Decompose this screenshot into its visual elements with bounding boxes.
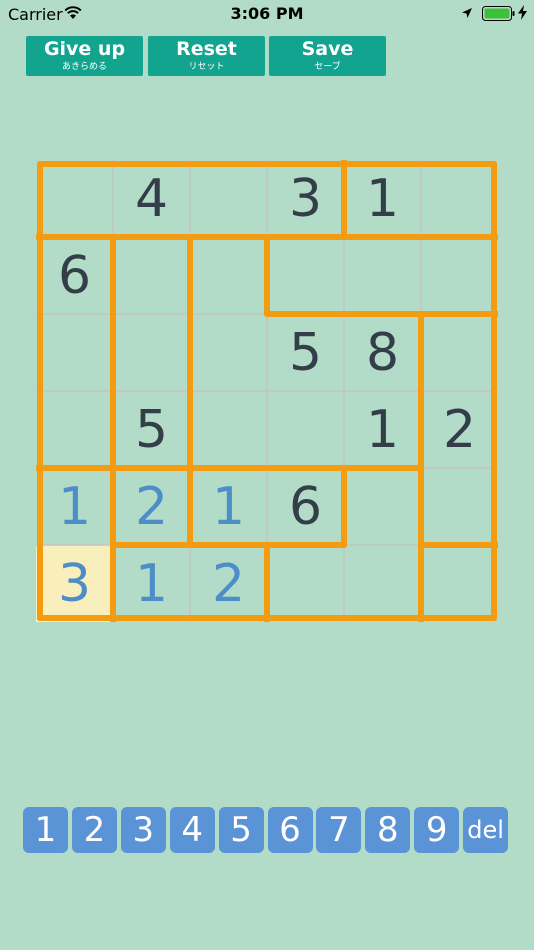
board-cell[interactable]: 2: [113, 468, 190, 545]
board-cell[interactable]: 1: [36, 468, 113, 545]
board-cell[interactable]: 1: [113, 545, 190, 622]
board-cell[interactable]: [190, 160, 267, 237]
save-label: Save: [301, 38, 354, 60]
board-cell[interactable]: 5: [267, 314, 344, 391]
battery-icon: [482, 6, 515, 21]
board-cell[interactable]: 3: [36, 545, 113, 622]
board-cell[interactable]: [344, 468, 421, 545]
save-sublabel: セーブ: [314, 62, 341, 72]
board-cell[interactable]: [113, 314, 190, 391]
give-up-label: Give up: [43, 38, 126, 60]
number-key-7[interactable]: 7: [316, 807, 362, 853]
number-key-9[interactable]: 9: [414, 807, 460, 853]
board-cell[interactable]: [190, 314, 267, 391]
puzzle-board: 4316585121216312: [36, 160, 498, 622]
board-cell[interactable]: 8: [344, 314, 421, 391]
reset-button[interactable]: Reset リセット: [148, 36, 265, 76]
board-cell[interactable]: [421, 237, 498, 314]
board-cell[interactable]: 4: [113, 160, 190, 237]
board-cell[interactable]: [36, 160, 113, 237]
board-cell[interactable]: [344, 545, 421, 622]
number-key-4[interactable]: 4: [169, 807, 215, 853]
board-cell[interactable]: [190, 237, 267, 314]
delete-key[interactable]: del: [463, 807, 509, 853]
board-cell[interactable]: 2: [190, 545, 267, 622]
board-cell[interactable]: [267, 237, 344, 314]
reset-sublabel: リセット: [188, 62, 225, 72]
board-cell[interactable]: [190, 391, 267, 468]
save-button[interactable]: Save セーブ: [269, 36, 386, 76]
give-up-sublabel: あきらめる: [61, 62, 107, 72]
number-key-3[interactable]: 3: [120, 807, 166, 853]
board-cell[interactable]: [36, 314, 113, 391]
board-cell[interactable]: [344, 237, 421, 314]
number-key-2[interactable]: 2: [71, 807, 117, 853]
board-cell[interactable]: [36, 391, 113, 468]
number-key-5[interactable]: 5: [218, 807, 264, 853]
charging-icon: [518, 5, 527, 20]
number-key-8[interactable]: 8: [365, 807, 411, 853]
board-cell[interactable]: [421, 314, 498, 391]
give-up-button[interactable]: Give up あきらめる: [26, 36, 143, 76]
number-key-6[interactable]: 6: [267, 807, 313, 853]
board-cell[interactable]: 1: [344, 391, 421, 468]
board-cell[interactable]: 2: [421, 391, 498, 468]
board-cell[interactable]: 1: [344, 160, 421, 237]
board-cell[interactable]: 6: [36, 237, 113, 314]
board-cell[interactable]: [421, 160, 498, 237]
board-cell[interactable]: [421, 545, 498, 622]
clock-label: 3:06 PM: [230, 4, 304, 23]
status-bar: Carrier 3:06 PM: [0, 0, 534, 28]
number-key-1[interactable]: 1: [23, 807, 68, 853]
board-cell[interactable]: 5: [113, 391, 190, 468]
reset-label: Reset: [176, 38, 237, 60]
board-cell[interactable]: 3: [267, 160, 344, 237]
board-cell[interactable]: [113, 237, 190, 314]
board-cell[interactable]: 1: [190, 468, 267, 545]
board-cell[interactable]: [421, 468, 498, 545]
number-keypad: 1 2 3 4 5 6 7 8 9 del: [23, 807, 513, 853]
location-icon: [462, 8, 472, 18]
board-cell[interactable]: [267, 391, 344, 468]
board-cell[interactable]: 6: [267, 468, 344, 545]
board-cell[interactable]: [267, 545, 344, 622]
